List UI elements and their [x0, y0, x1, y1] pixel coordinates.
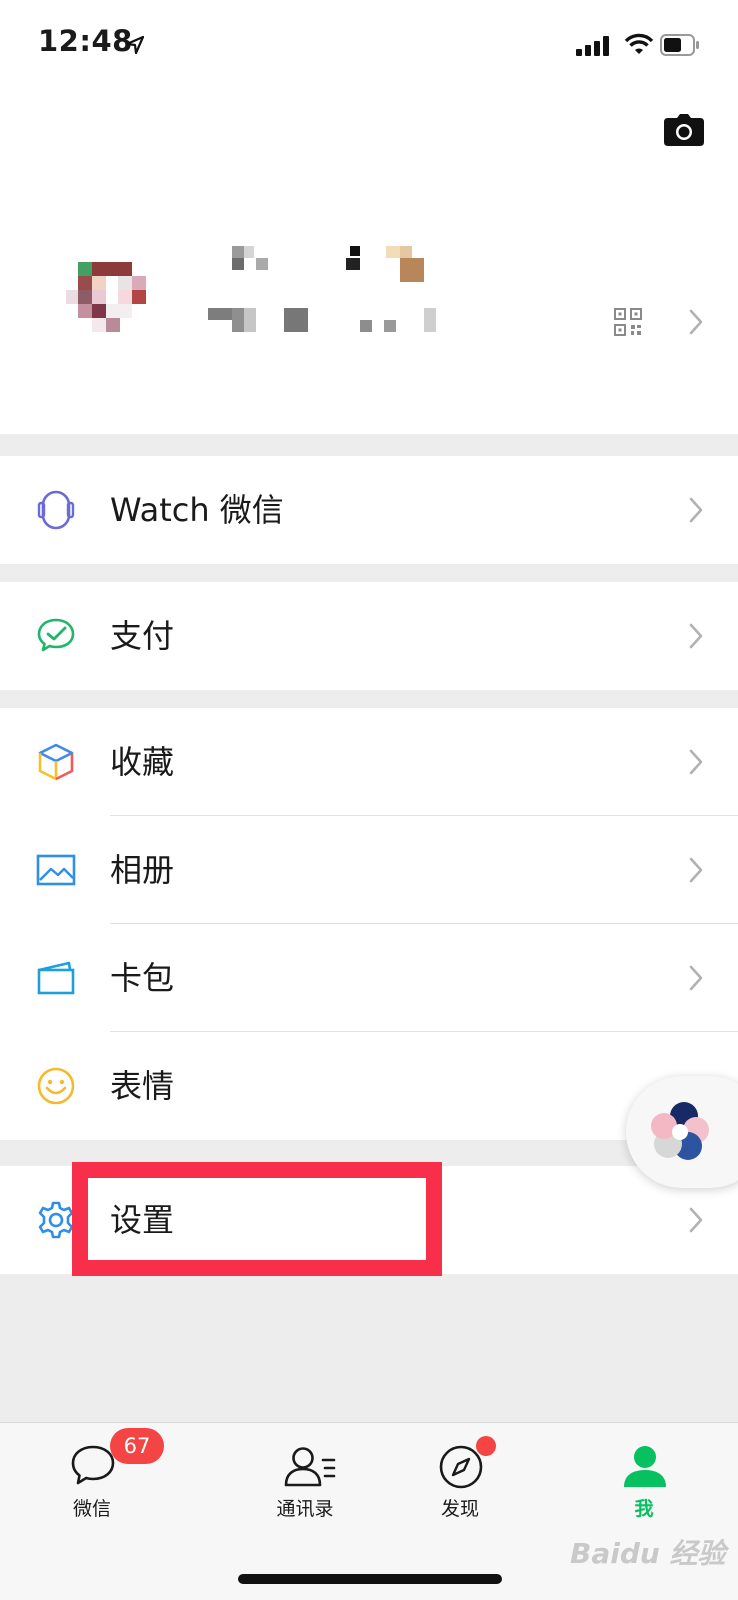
menu-item-label: 相册 [110, 851, 175, 889]
profile-name-pixelated [208, 246, 436, 332]
wifi-icon [624, 33, 654, 54]
watch-icon [37, 490, 75, 530]
gear-icon [38, 1201, 74, 1239]
tab-label: 我 [634, 1498, 654, 1520]
avatar[interactable] [66, 262, 162, 358]
contacts-person-icon [284, 1447, 336, 1487]
floating-window-button[interactable] [626, 1076, 738, 1188]
status-time: 12:48 [38, 24, 133, 58]
qr-code-icon[interactable] [614, 308, 642, 336]
menu-item-watch[interactable]: Watch 微信 [0, 456, 738, 564]
smiley-face-icon [37, 1067, 75, 1105]
chat-bubble-icon [71, 1445, 115, 1485]
pay-icon [37, 618, 75, 652]
tab-discover[interactable]: 发现 [400, 1444, 520, 1524]
chevron-right-icon [689, 623, 703, 649]
floating-app-logo-icon [651, 1102, 709, 1160]
tab-me[interactable]: 我 [584, 1444, 704, 1524]
highlight-annotation-box [72, 1162, 442, 1276]
favorites-cube-icon [38, 743, 74, 781]
menu-item-pay[interactable]: 支付 [0, 582, 738, 690]
cellular-signal-icon [576, 36, 609, 56]
location-arrow-icon [126, 36, 144, 54]
tab-label: 微信 [72, 1498, 111, 1520]
tab-label: 通讯录 [276, 1498, 334, 1520]
menu-item-album[interactable]: 相册 [0, 816, 738, 924]
card-wallet-icon [37, 961, 75, 995]
chevron-right-icon [689, 965, 703, 991]
home-indicator[interactable] [238, 1574, 502, 1584]
menu-item-label: 表情 [110, 1067, 175, 1105]
menu-item-label: 卡包 [110, 959, 175, 997]
chevron-right-icon [689, 309, 703, 335]
unread-count-badge: 67 [110, 1428, 164, 1464]
chevron-right-icon [689, 497, 703, 523]
menu-item-favorites[interactable]: 收藏 [0, 708, 738, 816]
tab-label: 发现 [440, 1498, 479, 1520]
menu-item-label: 支付 [110, 617, 175, 655]
tab-contacts[interactable]: 通讯录 [245, 1444, 365, 1524]
chevron-right-icon [689, 857, 703, 883]
album-picture-icon [36, 854, 76, 886]
me-person-icon [624, 1446, 666, 1487]
battery-icon [660, 34, 699, 56]
menu-item-label: Watch 微信 [110, 491, 284, 529]
chevron-right-icon [689, 1207, 703, 1233]
chevron-right-icon [689, 749, 703, 775]
menu-item-cards[interactable]: 卡包 [0, 924, 738, 1032]
camera-icon[interactable] [664, 114, 704, 146]
new-content-dot [476, 1436, 496, 1456]
watermark: Baidu 经验 [570, 1537, 726, 1570]
menu-item-label: 收藏 [110, 743, 175, 781]
